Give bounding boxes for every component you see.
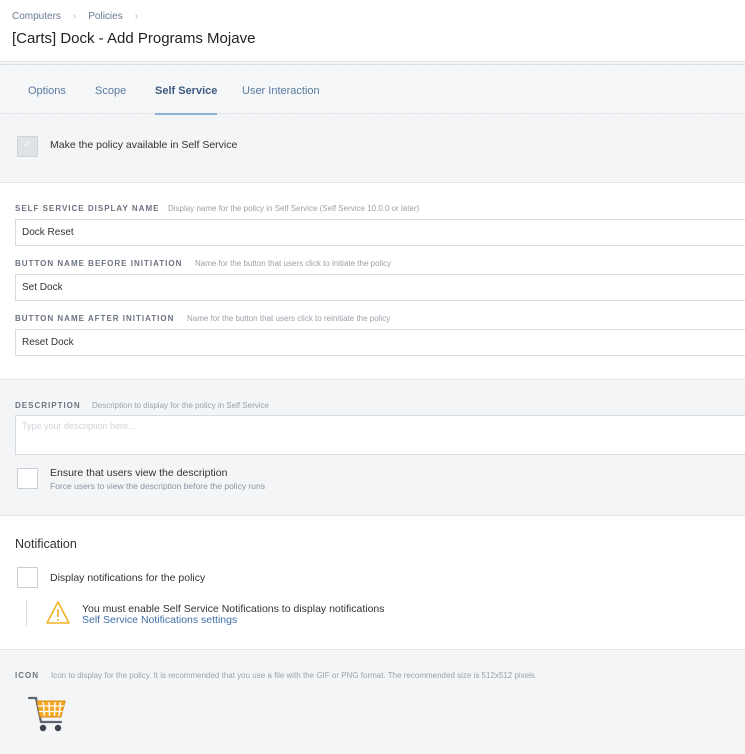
breadcrumb-computers[interactable]: Computers (12, 11, 61, 22)
tab-user-interaction[interactable]: User Interaction (242, 65, 320, 115)
ensure-view-description-checkbox[interactable] (17, 468, 38, 489)
ensure-view-description-sub: Force users to view the description befo… (50, 481, 265, 491)
self-service-available-checkbox[interactable] (17, 136, 38, 157)
icon-hint: Icon to display for the policy. It is re… (51, 671, 538, 680)
notifications-settings-link[interactable]: Self Service Notifications settings (82, 614, 237, 626)
button-before-input[interactable]: Set Dock (15, 274, 745, 301)
button-after-input[interactable]: Reset Dock (15, 329, 745, 356)
page-title: [Carts] Dock - Add Programs Mojave (12, 30, 256, 47)
availability-section: Make the policy available in Self Servic… (0, 115, 745, 182)
display-name-hint: Display name for the policy in Self Serv… (168, 204, 420, 213)
icon-section: ICON Icon to display for the policy. It … (0, 650, 745, 754)
breadcrumb: Computers › Policies › (12, 11, 150, 22)
self-service-available-label: Make the policy available in Self Servic… (50, 139, 238, 151)
tab-options[interactable]: Options (28, 65, 66, 115)
tab-self-service[interactable]: Self Service (155, 65, 218, 115)
breadcrumb-policies[interactable]: Policies (88, 11, 122, 22)
icon-label: ICON (15, 671, 39, 680)
description-section: DESCRIPTION Description to display for t… (0, 380, 745, 515)
display-notifications-checkbox[interactable] (17, 567, 38, 588)
shopping-cart-icon[interactable] (27, 693, 69, 735)
description-label: DESCRIPTION (15, 401, 81, 410)
description-hint: Description to display for the policy in… (92, 401, 269, 410)
breadcrumb-separator: › (134, 11, 139, 22)
warning-icon (45, 600, 71, 625)
display-name-label: SELF SERVICE DISPLAY NAME (15, 204, 160, 213)
ensure-view-description-label: Ensure that users view the description (50, 467, 228, 479)
button-before-label: BUTTON NAME BEFORE INITIATION (15, 259, 183, 268)
button-after-label: BUTTON NAME AFTER INITIATION (15, 314, 175, 323)
tab-bar: Options Scope Self Service User Interact… (0, 64, 745, 115)
page-header: Computers › Policies › [Carts] Dock - Ad… (0, 0, 745, 62)
breadcrumb-separator: › (72, 11, 77, 22)
description-textarea[interactable] (15, 415, 745, 455)
button-after-hint: Name for the button that users click to … (187, 314, 391, 323)
display-name-input[interactable]: Dock Reset (15, 219, 745, 246)
notification-title: Notification (15, 537, 77, 551)
warning-rule (26, 600, 27, 626)
display-notifications-label: Display notifications for the policy (50, 572, 206, 584)
names-section: SELF SERVICE DISPLAY NAME Display name f… (0, 183, 745, 379)
button-before-hint: Name for the button that users click to … (195, 259, 392, 268)
tab-scope[interactable]: Scope (95, 65, 126, 115)
